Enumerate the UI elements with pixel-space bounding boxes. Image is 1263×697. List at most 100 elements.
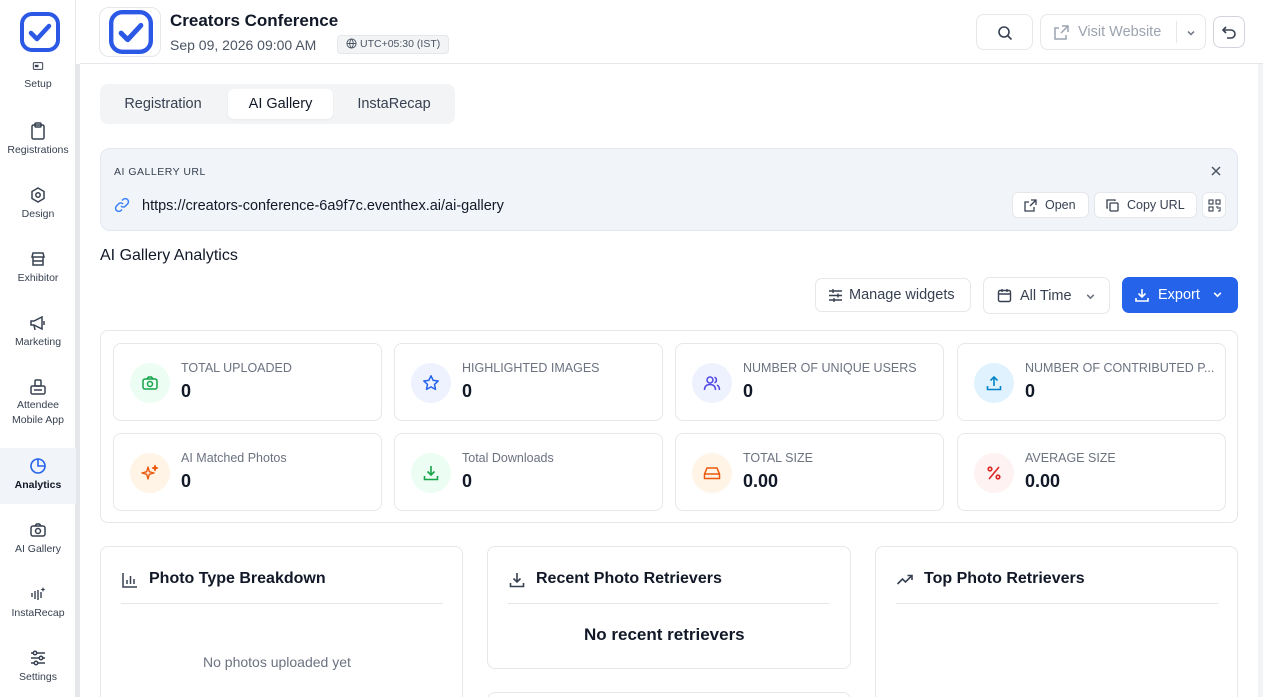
clipboard-icon: [31, 122, 45, 140]
tab-instarecap[interactable]: InstaRecap: [343, 89, 445, 119]
sliders-icon: [31, 650, 45, 666]
manage-widgets-button[interactable]: Manage widgets: [815, 278, 971, 312]
search-button[interactable]: [976, 14, 1033, 50]
camera-icon: [30, 523, 46, 537]
external-link-icon: [1024, 199, 1037, 212]
stat-label: Total Downloads: [462, 451, 554, 465]
percent-icon: [974, 453, 1014, 493]
stat-value: 0: [462, 471, 473, 491]
sidebar-item-label: Registrations: [7, 144, 69, 156]
time-filter-dropdown[interactable]: All Time: [983, 277, 1110, 314]
tab-ai-gallery[interactable]: AI Gallery: [228, 89, 333, 119]
event-title: Creators Conference: [170, 11, 339, 30]
globe-icon: [346, 38, 357, 49]
divider: [121, 603, 443, 604]
design-icon: [31, 187, 45, 203]
stat-value: 0: [462, 381, 473, 401]
store-icon: [31, 252, 45, 266]
sidebar-item-marketing[interactable]: Marketing: [0, 314, 76, 348]
sidebar-item-analytics[interactable]: Analytics: [0, 448, 76, 504]
sidebar-item-label: Design: [21, 208, 55, 220]
download-icon: [509, 573, 525, 588]
stat-value: 0: [181, 381, 192, 401]
stat-value: 0: [1025, 381, 1036, 401]
copy-icon: [1106, 199, 1119, 212]
analytics-title: AI Gallery Analytics: [100, 247, 238, 264]
megaphone-icon: [30, 315, 45, 331]
sidebar-item-mobile-app[interactable]: Attendee Mobile App: [0, 378, 76, 428]
stat-value: 0: [743, 381, 754, 401]
ai-gallery-url-box: AI GALLERY URL https://creators-conferen…: [100, 148, 1238, 231]
chevron-down-icon: [1213, 292, 1222, 298]
mobile-app-icon: [30, 379, 46, 395]
stat-card-unique-users[interactable]: NUMBER OF UNIQUE USERS 0: [675, 343, 944, 421]
undo-icon: [1221, 26, 1236, 39]
tab-bar: Registration AI Gallery InstaRecap: [100, 84, 455, 124]
stat-label: TOTAL SIZE: [743, 451, 813, 465]
sidebar-item-setup[interactable]: Setup: [0, 62, 76, 90]
sidebar-item-label: Setup: [24, 78, 52, 90]
tab-registration[interactable]: Registration: [108, 89, 218, 119]
stat-card-contributed-photos[interactable]: NUMBER OF CONTRIBUTED P... 0: [957, 343, 1226, 421]
copy-url-button[interactable]: Copy URL: [1094, 192, 1197, 218]
hard-drive-icon: [692, 453, 732, 493]
stat-card-ai-matched-photos[interactable]: AI Matched Photos 0: [113, 433, 382, 511]
download-icon: [1135, 289, 1149, 302]
stat-label: TOTAL UPLOADED: [181, 361, 292, 375]
sidebar-item-design[interactable]: Design: [0, 186, 76, 220]
top-bar: Creators Conference Sep 09, 2026 09:00 A…: [80, 0, 1263, 64]
upload-icon: [974, 363, 1014, 403]
sidebar-item-label: Marketing: [14, 336, 62, 348]
event-date: Sep 09, 2026 09:00 AM: [170, 37, 317, 53]
sidebar-item-settings[interactable]: Settings: [0, 649, 76, 683]
stat-card-total-downloads[interactable]: Total Downloads 0: [394, 433, 663, 511]
sidebar-item-instarecap[interactable]: InstaRecap: [0, 585, 76, 619]
sidebar-item-label: Exhibitor: [17, 272, 59, 284]
undo-button[interactable]: [1213, 16, 1245, 48]
camera-icon: [130, 363, 170, 403]
open-label: Open: [1045, 198, 1076, 212]
stat-value: 0.00: [1025, 471, 1061, 491]
setup-icon: [32, 62, 44, 70]
qr-code-button[interactable]: [1202, 192, 1226, 218]
divider: [896, 603, 1218, 604]
stat-card-total-size[interactable]: TOTAL SIZE 0.00: [675, 433, 944, 511]
timezone-badge: UTC+05:30 (IST): [337, 35, 450, 54]
sidebar-item-label-2: Mobile App: [12, 414, 64, 426]
divider: [1176, 21, 1177, 43]
stat-card-average-size[interactable]: AVERAGE SIZE 0.00: [957, 433, 1226, 511]
top-photo-retrievers-card: Top Photo Retrievers: [875, 546, 1238, 697]
stat-label: AVERAGE SIZE: [1025, 451, 1116, 465]
stat-card-total-uploaded[interactable]: TOTAL UPLOADED 0: [113, 343, 382, 421]
trending-up-icon: [896, 574, 913, 585]
calendar-icon: [997, 289, 1012, 303]
stat-label: AI Matched Photos: [181, 451, 287, 465]
stat-card-highlighted-images[interactable]: HIGHLIGHTED IMAGES 0: [394, 343, 663, 421]
export-label: Export: [1158, 287, 1200, 303]
close-icon[interactable]: [1209, 164, 1223, 178]
download-icon: [411, 453, 451, 493]
sidebar-item-ai-gallery[interactable]: AI Gallery: [0, 521, 76, 555]
manage-widgets-label: Manage widgets: [849, 287, 955, 303]
sidebar-item-registrations[interactable]: Registrations: [0, 122, 76, 156]
sidebar-item-label: Analytics: [14, 479, 62, 491]
sidebar-item-label: InstaRecap: [11, 607, 65, 619]
sparkle-video-icon: [31, 587, 46, 600]
open-button[interactable]: Open: [1012, 192, 1089, 218]
sidebar-item-exhibitor[interactable]: Exhibitor: [0, 250, 76, 284]
visit-website-label: Visit Website: [1078, 24, 1162, 40]
sidebar-scrollbar[interactable]: [76, 64, 80, 697]
bar-chart-icon: [122, 573, 137, 588]
sidebar-item-label: Settings: [19, 671, 57, 683]
stat-label: NUMBER OF UNIQUE USERS: [743, 361, 917, 375]
external-link-icon: [1054, 25, 1069, 40]
chevron-down-icon[interactable]: [1186, 28, 1196, 38]
users-icon: [692, 363, 732, 403]
gallery-url[interactable]: https://creators-conference-6a9f7c.event…: [142, 198, 504, 214]
stat-value: 0.00: [743, 471, 779, 491]
app-logo[interactable]: [20, 12, 60, 52]
visit-website-button[interactable]: Visit Website: [1040, 14, 1206, 50]
link-icon: [114, 197, 130, 213]
export-button[interactable]: Export: [1122, 277, 1238, 313]
main-scrollbar[interactable]: [1258, 64, 1263, 697]
